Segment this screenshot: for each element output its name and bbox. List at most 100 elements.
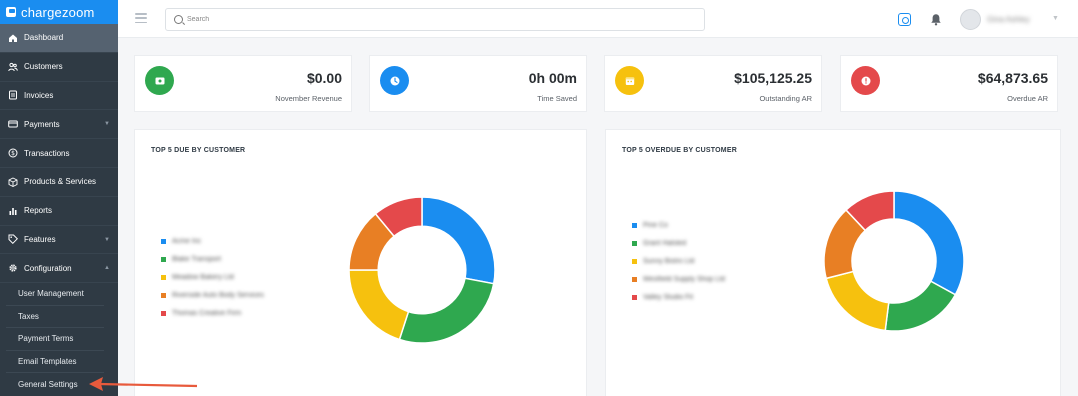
top-bar: Gina Ashley ▼ xyxy=(118,0,1078,38)
sidebar-item-configuration[interactable]: Configuration ▲ xyxy=(0,254,118,284)
gear-icon xyxy=(8,263,18,273)
legend-item[interactable]: Blake Transport xyxy=(161,250,264,268)
sidebar-item-customers[interactable]: Customers xyxy=(0,53,118,82)
search-icon xyxy=(174,15,183,24)
legend-item[interactable]: Valley Studio Fit xyxy=(632,288,725,306)
submenu-item-payment-terms[interactable]: Payment Terms xyxy=(6,328,104,351)
sidebar-item-label: Reports xyxy=(24,206,53,216)
sidebar-item-payments[interactable]: Payments ▼ xyxy=(0,110,118,140)
calendar-icon xyxy=(625,76,634,85)
sidebar-item-features[interactable]: Features ▼ xyxy=(0,226,118,255)
hamburger-menu-icon[interactable] xyxy=(135,13,147,23)
sidebar-item-transactions[interactable]: $ Transactions xyxy=(0,139,118,168)
chart-legend: Pine Co Grant Halsted Sunny Bistro Ltd W… xyxy=(632,216,725,306)
legend-swatch xyxy=(632,258,637,264)
stat-label: Time Saved xyxy=(537,94,577,103)
legend-label: Thomas Creative Firm xyxy=(172,309,242,317)
stat-icon-circle xyxy=(145,66,174,95)
stat-value: $64,873.65 xyxy=(977,70,1048,86)
legend-item[interactable]: Pine Co xyxy=(632,216,725,234)
legend-swatch xyxy=(161,238,166,244)
search-input[interactable] xyxy=(187,16,687,23)
sidebar-item-label: Transactions xyxy=(24,148,70,158)
legend-label: Pine Co xyxy=(643,221,668,229)
chevron-up-icon: ▲ xyxy=(104,265,110,272)
chevron-down-icon: ▼ xyxy=(104,121,110,128)
donut-slice-3[interactable] xyxy=(825,270,890,332)
camera-icon[interactable] xyxy=(898,13,911,26)
legend-swatch xyxy=(632,222,637,228)
dollar-icon: $ xyxy=(8,148,18,158)
sidebar-item-reports[interactable]: Reports xyxy=(0,197,118,226)
stat-card-time-saved: 0h 00m Time Saved xyxy=(369,55,587,112)
legend-label: Grant Halsted xyxy=(643,239,687,247)
clock-icon xyxy=(390,76,399,85)
legend-label: Meadow Bakery Ltd xyxy=(172,273,234,281)
sidebar-item-label: Products & Services xyxy=(24,177,97,187)
stat-card-outstanding-ar: $105,125.25 Outstanding AR xyxy=(604,55,822,112)
donut-slice-2[interactable] xyxy=(398,277,495,344)
search-box[interactable] xyxy=(165,8,705,31)
stat-icon-circle xyxy=(851,66,880,95)
stat-card-revenue: $0.00 November Revenue xyxy=(134,55,352,112)
panel-title: TOP 5 OVERDUE BY CUSTOMER xyxy=(622,147,737,154)
stat-label: Overdue AR xyxy=(1007,94,1048,103)
sidebar-item-products-services[interactable]: Products & Services xyxy=(0,168,118,197)
sidebar-item-label: Configuration xyxy=(24,263,72,273)
home-icon xyxy=(8,33,18,43)
box-icon xyxy=(8,177,18,187)
brand-logo[interactable]: chargezoom xyxy=(0,0,118,24)
chevron-down-icon[interactable]: ▼ xyxy=(1052,15,1059,22)
donut-slice-1[interactable] xyxy=(421,196,496,285)
card-icon xyxy=(8,119,18,129)
donut-chart-overdue xyxy=(823,190,965,332)
submenu-item-user-management[interactable]: User Management xyxy=(6,283,104,306)
legend-item[interactable]: Riverside Auto Body Services xyxy=(161,286,264,304)
legend-label: Sunny Bistro Ltd xyxy=(643,257,695,265)
stat-value: $105,125.25 xyxy=(734,70,812,86)
donut-chart-due xyxy=(348,196,496,344)
legend-label: Acme Inc xyxy=(172,237,202,245)
legend-item[interactable]: Grant Halsted xyxy=(632,234,725,252)
tag-icon xyxy=(8,234,18,245)
sidebar-item-label: Features xyxy=(24,234,56,244)
legend-swatch xyxy=(632,294,637,300)
legend-item[interactable]: Westfield Supply Shop Ltd xyxy=(632,270,725,288)
bell-icon[interactable] xyxy=(930,13,942,26)
sidebar-item-label: Dashboard xyxy=(24,33,64,43)
sidebar: chargezoom Dashboard Customers Invoices … xyxy=(0,0,118,396)
panel-top-overdue: TOP 5 OVERDUE BY CUSTOMER Pine Co Grant … xyxy=(605,129,1061,396)
legend-item[interactable]: Sunny Bistro Ltd xyxy=(632,252,725,270)
avatar[interactable] xyxy=(960,9,981,30)
legend-item[interactable]: Meadow Bakery Ltd xyxy=(161,268,264,286)
legend-swatch xyxy=(161,256,166,262)
sidebar-item-invoices[interactable]: Invoices xyxy=(0,82,118,111)
annotation-arrow-icon xyxy=(89,377,198,391)
submenu-item-email-templates[interactable]: Email Templates xyxy=(6,351,104,374)
legend-label: Westfield Supply Shop Ltd xyxy=(643,275,725,283)
legend-label: Valley Studio Fit xyxy=(643,293,694,301)
sidebar-item-label: Invoices xyxy=(24,90,54,100)
stat-value: $0.00 xyxy=(306,70,342,86)
submenu-item-taxes[interactable]: Taxes xyxy=(6,306,104,329)
users-icon xyxy=(8,62,18,72)
legend-label: Riverside Auto Body Services xyxy=(172,291,264,299)
panel-title: TOP 5 DUE BY CUSTOMER xyxy=(151,147,246,154)
legend-item[interactable]: Acme Inc xyxy=(161,232,264,250)
alert-icon xyxy=(861,76,870,85)
user-name[interactable]: Gina Ashley xyxy=(987,15,1030,24)
stat-value: 0h 00m xyxy=(528,70,577,86)
svg-text:$: $ xyxy=(11,150,15,157)
donut-slice-2[interactable] xyxy=(884,280,957,332)
sidebar-item-label: Payments xyxy=(24,119,60,129)
legend-swatch xyxy=(161,292,166,298)
chart-icon xyxy=(8,206,18,216)
sidebar-item-dashboard[interactable]: Dashboard xyxy=(0,24,118,53)
legend-item[interactable]: Thomas Creative Firm xyxy=(161,304,264,322)
donut-slice-3[interactable] xyxy=(348,269,410,341)
donut-slice-1[interactable] xyxy=(893,190,965,296)
sidebar-item-label: Customers xyxy=(24,62,63,72)
brand-name: chargezoom xyxy=(21,4,95,20)
legend-label: Blake Transport xyxy=(172,255,222,263)
legend-swatch xyxy=(632,276,637,282)
